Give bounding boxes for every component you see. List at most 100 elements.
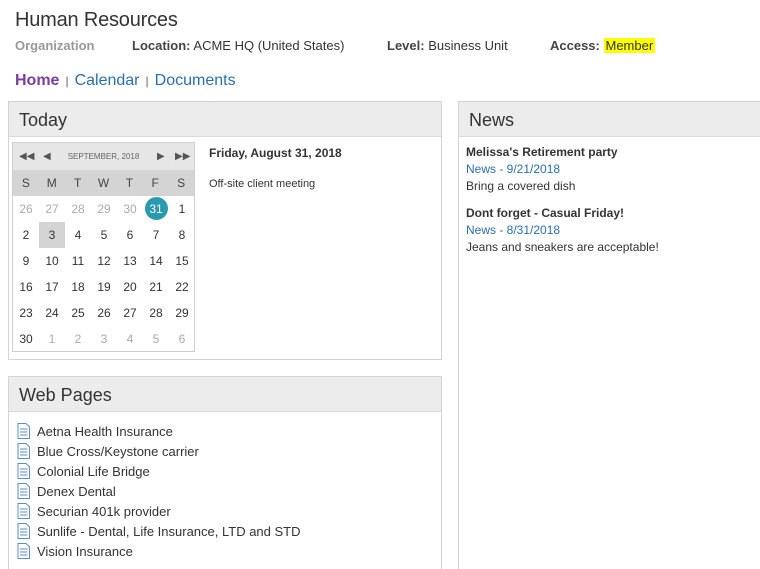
document-icon [17,503,30,519]
document-icon [17,443,30,459]
today-panel: Today ◀◀ ◀ SEPTEMBER, 2018 ▶ ▶▶ SMTWTFS … [8,101,442,360]
web-page-label: Aetna Health Insurance [37,423,173,439]
next-year-icon[interactable]: ▶▶ [175,151,190,162]
nav-documents-link[interactable]: Documents [155,72,236,89]
calendar-day[interactable]: 3 [91,326,117,352]
web-page-link[interactable]: Colonial Life Bridge [17,461,301,481]
calendar-day[interactable]: 28 [143,300,169,326]
calendar-day[interactable]: 31 [143,196,169,222]
calendar-weekday: M [46,176,57,190]
calendar-day[interactable]: 27 [39,196,65,222]
calendar-day[interactable]: 2 [65,326,91,352]
news-panel-title: News [459,102,760,137]
calendar-day[interactable]: 1 [169,196,195,222]
web-pages-panel: Web Pages Aetna Health Insurance Blue Cro… [8,376,442,569]
calendar-day[interactable]: 26 [91,300,117,326]
news-item-link[interactable]: News - 9/21/2018 [466,161,618,178]
calendar-day[interactable]: 24 [39,300,65,326]
news-item: Dont forget - Casual Friday! News - 8/31/… [466,205,659,256]
calendar-weekday: S [177,176,186,190]
calendar-day[interactable]: 9 [13,248,39,274]
calendar-day[interactable]: 4 [65,222,91,248]
calendar-day[interactable]: 2 [13,222,39,248]
web-pages-panel-title: Web Pages [9,377,441,412]
nav-calendar-link[interactable]: Calendar [75,72,140,89]
calendar-day[interactable]: 5 [143,326,169,352]
level-meta: Level: Business Unit [387,38,508,53]
calendar-day[interactable]: 6 [117,222,143,248]
web-page-label: Vision Insurance [37,543,133,559]
news-item: Melissa's Retirement party News - 9/21/20… [466,144,618,195]
calendar-day[interactable]: 21 [143,274,169,300]
calendar-day[interactable]: 6 [169,326,195,352]
web-page-label: Sunlife - Dental, Life Insurance, LTD an… [37,523,301,539]
calendar-weekday: S [21,176,30,190]
access-value-badge: Member [603,38,656,53]
web-page-link[interactable]: Aetna Health Insurance [17,421,301,441]
calendar-day[interactable]: 12 [91,248,117,274]
calendar-day[interactable]: 30 [13,326,39,352]
web-page-link[interactable]: Blue Cross/Keystone carrier [17,441,301,461]
calendar-weekday: T [73,176,82,190]
calendar-day[interactable]: 22 [169,274,195,300]
calendar-day[interactable]: 26 [13,196,39,222]
web-page-link[interactable]: Vision Insurance [17,541,301,561]
nav-home-link[interactable]: Home [15,72,59,89]
calendar-day[interactable]: 15 [169,248,195,274]
news-item-title[interactable]: Melissa's Retirement party [466,144,618,161]
calendar-weekday-row: SMTWTFS [13,170,194,196]
document-icon [17,483,30,499]
selected-date-heading: Friday, August 31, 2018 [209,146,342,160]
news-item-title[interactable]: Dont forget - Casual Friday! [466,205,659,222]
calendar-day[interactable]: 14 [143,248,169,274]
calendar-day[interactable]: 29 [91,196,117,222]
news-item-body: Bring a covered dish [466,179,576,193]
web-pages-list: Aetna Health Insurance Blue Cross/Keyston… [17,421,301,561]
web-page-link[interactable]: Sunlife - Dental, Life Insurance, LTD an… [17,521,301,541]
calendar-day[interactable]: 17 [39,274,65,300]
calendar-weekday: T [125,176,134,190]
calendar-day[interactable]: 8 [169,222,195,248]
calendar-day[interactable]: 1 [39,326,65,352]
calendar-day[interactable]: 27 [117,300,143,326]
calendar-day[interactable]: 3 [39,222,65,248]
nav-separator: | [145,74,149,88]
level-value: Business Unit [428,38,508,53]
today-panel-title: Today [9,102,441,137]
event-item[interactable]: Off-site client meeting [209,178,315,190]
document-icon [17,523,30,539]
news-item-link[interactable]: News - 8/31/2018 [466,222,659,239]
location-label: Location: [132,38,191,53]
calendar-day[interactable]: 11 [65,248,91,274]
web-page-label: Securian 401k provider [37,503,171,519]
access-label: Access: [550,38,600,53]
nav-separator: | [65,74,69,88]
calendar-day[interactable]: 5 [91,222,117,248]
calendar-day[interactable]: 30 [117,196,143,222]
web-page-link[interactable]: Securian 401k provider [17,501,301,521]
calendar-day-today-label: 31 [149,202,163,216]
calendar-day[interactable]: 19 [91,274,117,300]
calendar-day[interactable]: 13 [117,248,143,274]
calendar-day[interactable]: 7 [143,222,169,248]
web-page-label: Blue Cross/Keystone carrier [37,443,199,459]
organization-label: Organization [15,38,95,53]
web-page-link[interactable]: Denex Dental [17,481,301,501]
document-icon [17,463,30,479]
calendar-day[interactable]: 25 [65,300,91,326]
news-item-body: Jeans and sneakers are acceptable! [466,240,659,254]
calendar-day[interactable]: 29 [169,300,195,326]
web-page-label: Denex Dental [37,483,116,499]
access-meta: Access: Member [550,38,656,53]
next-month-icon[interactable]: ▶ [157,151,165,162]
calendar-day-grid: 26 27 28 29 30 31 1 2 3 4 5 6 7 8 9 10 11 12 13 14 15 16 17 18 1… [13,196,195,352]
calendar-day[interactable]: 28 [65,196,91,222]
calendar-day[interactable]: 10 [39,248,65,274]
calendar-day[interactable]: 23 [13,300,39,326]
news-panel: News Melissa's Retirement party News - 9/… [458,101,760,569]
document-icon [17,423,30,439]
calendar-day[interactable]: 4 [117,326,143,352]
calendar-day[interactable]: 16 [13,274,39,300]
calendar-day[interactable]: 18 [65,274,91,300]
calendar-day[interactable]: 20 [117,274,143,300]
